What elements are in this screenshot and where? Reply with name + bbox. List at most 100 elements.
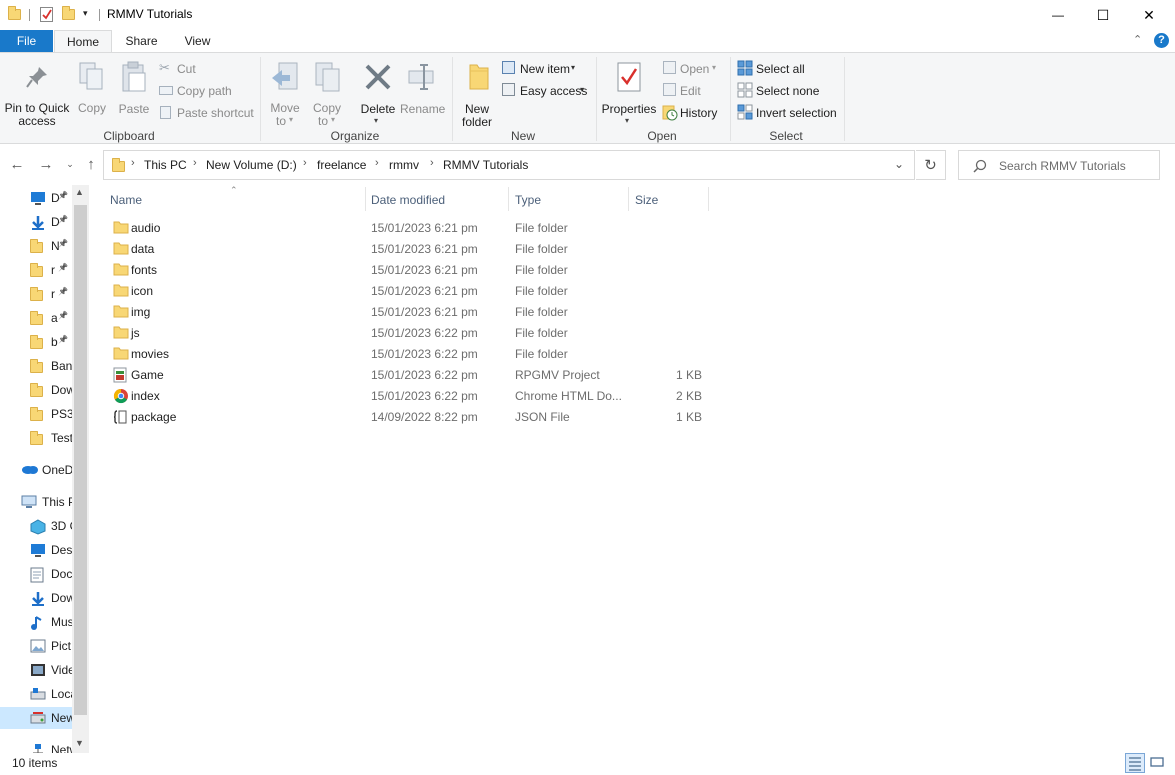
nav-item[interactable]: Netw	[0, 739, 72, 753]
nav-item[interactable]: a 📌	[0, 307, 72, 329]
file-row[interactable]: movies 15/01/2023 6:22 pm File folder	[104, 344, 708, 365]
file-row[interactable]: index 15/01/2023 6:22 pm Chrome HTML Do...…	[104, 386, 708, 407]
paste-shortcut-button[interactable]: Paste shortcut	[158, 104, 258, 122]
file-row[interactable]: data 15/01/2023 6:21 pm File folder	[104, 239, 708, 260]
file-row[interactable]: img 15/01/2023 6:21 pm File folder	[104, 302, 708, 323]
close-button[interactable]: ✕	[1126, 0, 1172, 30]
nav-item[interactable]: Mus	[0, 611, 72, 633]
new-item-button[interactable]: New item ▾	[500, 60, 586, 78]
search-placeholder: Search RMMV Tutorials	[999, 159, 1126, 173]
tab-view[interactable]: View	[170, 30, 225, 53]
nav-item[interactable]: Dow	[0, 587, 72, 609]
search-box[interactable]: Search RMMV Tutorials	[958, 150, 1160, 180]
move-to-button[interactable]: Move to ▾	[266, 59, 304, 128]
select-none-button[interactable]: Select none	[736, 82, 826, 100]
copy-to-button[interactable]: Copy to ▾	[308, 59, 346, 128]
scroll-down-icon[interactable]: ▼	[75, 738, 84, 748]
nav-item[interactable]: PS3	[0, 403, 72, 425]
nav-item[interactable]: Pict	[0, 635, 72, 657]
nav-item[interactable]: Doc	[0, 563, 72, 585]
nav-item[interactable]: Loca	[0, 683, 72, 705]
file-row[interactable]: fonts 15/01/2023 6:21 pm File folder	[104, 260, 708, 281]
open-button[interactable]: Open ▾	[661, 60, 727, 78]
history-button[interactable]: History	[661, 104, 727, 122]
nav-item[interactable]: D 📌	[0, 211, 72, 233]
copy-button[interactable]: Copy	[74, 59, 110, 115]
chevron-right-icon[interactable]: ›	[131, 157, 135, 169]
maximize-button[interactable]: ☐	[1080, 0, 1126, 30]
nav-item[interactable]: r 📌	[0, 259, 72, 281]
nav-item[interactable]: Ban	[0, 355, 72, 377]
file-row[interactable]: package 14/09/2022 8:22 pm JSON File 1 KB	[104, 407, 708, 428]
chevron-right-icon[interactable]: ›	[430, 157, 434, 169]
chevron-right-icon[interactable]: ›	[375, 157, 379, 169]
copy-path-button[interactable]: Copy path	[158, 82, 248, 100]
new-folder-button[interactable]: New folder	[456, 59, 498, 129]
breadcrumb-this-pc[interactable]: This PC	[144, 158, 187, 172]
file-row[interactable]: icon 15/01/2023 6:21 pm File folder	[104, 281, 708, 302]
navigation-scrollbar-thumb[interactable]	[74, 205, 87, 715]
details-view-button[interactable]	[1125, 753, 1145, 773]
file-type-cell: File folder	[515, 305, 568, 319]
breadcrumb-rmmv-tutorials[interactable]: RMMV Tutorials	[443, 158, 528, 172]
nav-item[interactable]: OneD	[0, 459, 72, 481]
tab-file[interactable]: File	[0, 30, 53, 53]
easy-access-button[interactable]: Easy access ▾	[500, 82, 592, 100]
back-button[interactable]: ←	[8, 155, 26, 173]
refresh-button[interactable]: ↻	[916, 150, 946, 180]
up-button[interactable]: ↑	[82, 155, 100, 173]
minimize-button[interactable]: —	[1035, 0, 1081, 30]
recent-locations-button[interactable]: ⌄	[61, 155, 79, 173]
nav-item[interactable]: Dow	[0, 379, 72, 401]
properties-label: Properties	[601, 102, 657, 116]
nav-item[interactable]: Vide	[0, 659, 72, 681]
nav-item[interactable]: This P	[0, 491, 72, 513]
qat-dropdown-icon[interactable]: ▾	[83, 8, 88, 19]
chevron-right-icon[interactable]: ›	[193, 157, 197, 169]
file-row[interactable]: Game 15/01/2023 6:22 pm RPGMV Project 1 KB	[104, 365, 708, 386]
nav-item[interactable]: New	[0, 707, 72, 729]
nav-item[interactable]: r 📌	[0, 283, 72, 305]
group-separator	[596, 57, 597, 141]
copy-to-line1: Copy	[312, 101, 341, 115]
breadcrumb-new-volume[interactable]: New Volume (D:)	[206, 158, 297, 172]
chevron-right-icon[interactable]: ›	[303, 157, 307, 169]
cut-label: Cut	[177, 62, 196, 76]
file-row[interactable]: audio 15/01/2023 6:21 pm File folder	[104, 218, 708, 239]
nav-item[interactable]: Test	[0, 427, 72, 449]
breadcrumb-freelance[interactable]: freelance	[317, 158, 366, 172]
address-history-dropdown-icon[interactable]: ⌄	[894, 157, 904, 171]
rename-button[interactable]: Rename	[400, 59, 445, 116]
pin-to-quick-access-button[interactable]: Pin to Quick access	[3, 59, 71, 128]
file-row[interactable]: js 15/01/2023 6:22 pm File folder	[104, 323, 708, 344]
column-header-type[interactable]: Type	[509, 185, 629, 213]
nav-item[interactable]: Desk	[0, 539, 72, 561]
properties-qat-icon[interactable]	[40, 7, 53, 22]
nav-item[interactable]: b 📌	[0, 331, 72, 353]
edit-button[interactable]: Edit	[661, 82, 721, 100]
properties-button[interactable]: Properties ▾	[600, 59, 658, 125]
new-folder-qat-icon[interactable]	[62, 6, 75, 20]
nav-item[interactable]: N 📌	[0, 235, 72, 257]
select-all-button[interactable]: Select all	[736, 60, 826, 78]
nav-item[interactable]: D 📌	[0, 187, 72, 209]
tab-home[interactable]: Home	[54, 30, 112, 54]
tab-share[interactable]: Share	[113, 30, 170, 53]
file-name-cell: index	[131, 389, 160, 403]
column-header-date-modified[interactable]: Date modified	[366, 185, 510, 213]
invert-selection-button[interactable]: Invert selection	[736, 104, 840, 122]
column-header-size[interactable]: Size	[629, 185, 709, 213]
cut-button[interactable]: ✂ Cut	[158, 60, 238, 78]
delete-button[interactable]: Delete ▾	[358, 59, 398, 125]
column-header-name[interactable]: Name	[104, 185, 366, 213]
address-bar[interactable]: › This PC › New Volume (D:) › freelance …	[103, 150, 915, 180]
collapse-ribbon-icon[interactable]: ⌃	[1133, 33, 1142, 46]
nav-item[interactable]: 3D O	[0, 515, 72, 537]
paste-button[interactable]: Paste	[114, 59, 154, 116]
breadcrumb-rmmv[interactable]: rmmv	[389, 158, 419, 172]
column-divider[interactable]	[708, 187, 709, 211]
help-icon[interactable]: ?	[1154, 33, 1169, 48]
scroll-up-icon[interactable]: ▲	[75, 187, 84, 197]
forward-button[interactable]: →	[37, 155, 55, 173]
large-icons-view-button[interactable]	[1148, 753, 1168, 773]
